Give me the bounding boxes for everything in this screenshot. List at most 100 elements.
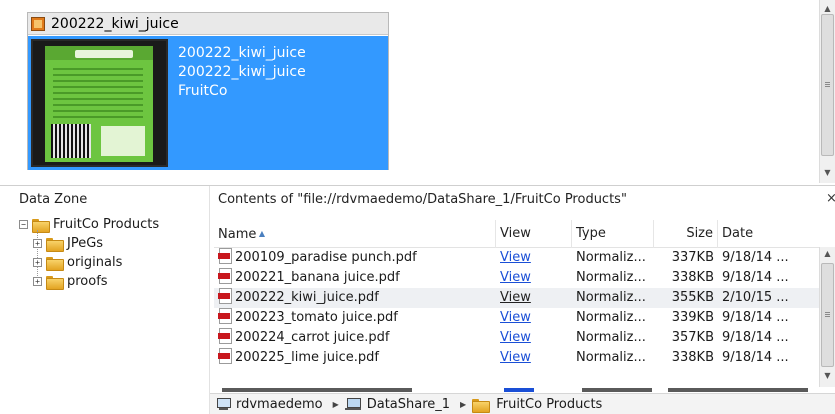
table-row[interactable]: 200223_tomato juice.pdf View Normaliz... 33… [214, 308, 820, 328]
data-zone-title: Data Zone [19, 192, 88, 207]
tree-item-proofs[interactable]: + proofs [33, 272, 159, 291]
chevron-right-icon[interactable]: ▶ [460, 400, 466, 409]
breadcrumb-computer[interactable]: rdvmaedemo [216, 397, 323, 412]
scroll-down-arrow-icon[interactable]: ▼ [820, 166, 835, 180]
view-cell: View [496, 268, 572, 288]
file-type: Normaliz... [576, 310, 646, 325]
view-link[interactable]: View [500, 250, 531, 265]
preview-line-2: 200222_kiwi_juice [178, 64, 306, 80]
file-name-cell[interactable]: 200222_kiwi_juice.pdf [214, 288, 496, 308]
file-table: Name View Type Size Date 200109_paradise… [214, 219, 820, 368]
file-size: 338KB [671, 270, 714, 285]
folder-tree: − FruitCo Products + JPeGs + originals +… [19, 215, 159, 291]
scroll-thumb[interactable] [821, 263, 834, 367]
vertical-splitter[interactable] [209, 186, 210, 414]
pdf-icon [218, 288, 232, 304]
breadcrumb-label: rdvmaedemo [236, 396, 323, 412]
file-name: 200224_carrot juice.pdf [235, 330, 390, 345]
thumbnail-page [45, 46, 153, 162]
file-date: 2/10/15 ... [722, 290, 789, 305]
view-link[interactable]: View [500, 290, 531, 305]
expand-icon[interactable]: + [33, 258, 42, 267]
file-date: 9/18/14 ... [722, 310, 789, 325]
folder-icon [472, 398, 491, 413]
expand-icon[interactable]: + [33, 277, 42, 286]
file-name-cell[interactable]: 200224_carrot juice.pdf [214, 328, 496, 348]
table-row[interactable]: 200224_carrot juice.pdf View Normaliz... 35… [214, 328, 820, 348]
preview-metadata: 200222_kiwi_juice 200222_kiwi_juice Frui… [178, 44, 306, 101]
column-header-view[interactable]: View [496, 219, 572, 248]
tree-children: + JPeGs + originals + proofs [33, 230, 159, 291]
network-drive-icon [344, 397, 362, 411]
table-header: Name View Type Size Date [214, 219, 820, 248]
scroll-thumb[interactable] [821, 14, 834, 156]
pdf-icon [218, 248, 232, 264]
breadcrumb-folder[interactable]: FruitCo Products [472, 396, 603, 413]
file-list-scrollbar[interactable]: ▲ ▼ [819, 247, 835, 387]
file-name-cell[interactable]: 200225_lime juice.pdf [214, 348, 496, 368]
file-size: 338KB [671, 350, 714, 365]
scroll-up-arrow-icon[interactable]: ▲ [820, 247, 835, 261]
file-size: 339KB [671, 310, 714, 325]
close-icon[interactable]: × [826, 191, 835, 206]
view-cell: View [496, 308, 572, 328]
preview-scrollbar[interactable]: ▲ ▼ [819, 0, 835, 183]
tree-item-originals[interactable]: + originals [33, 253, 159, 272]
file-date: 9/18/14 ... [722, 330, 789, 345]
table-row[interactable]: 200109_paradise punch.pdf View Normaliz...… [214, 248, 820, 268]
preview-card[interactable]: 200222_kiwi_juice 200222_kiwi_juice 2002… [27, 12, 389, 170]
pdf-icon [218, 328, 232, 344]
file-name: 200221_banana juice.pdf [235, 270, 400, 285]
breadcrumb-label: FruitCo Products [496, 396, 603, 412]
file-type: Normaliz... [576, 250, 646, 265]
tree-item-jpegs[interactable]: + JPeGs [33, 234, 159, 253]
expand-icon[interactable]: + [33, 239, 42, 248]
file-date: 9/18/14 ... [722, 350, 789, 365]
preview-line-3: FruitCo [178, 83, 228, 99]
view-cell: View [496, 328, 572, 348]
tree-item-fruitco-products[interactable]: − FruitCo Products [19, 215, 159, 234]
computer-icon [216, 398, 231, 410]
view-link[interactable]: View [500, 310, 531, 325]
preview-card-body[interactable]: 200222_kiwi_juice 200222_kiwi_juice Frui… [28, 36, 388, 170]
chevron-right-icon[interactable]: ▶ [333, 400, 339, 409]
pdf-icon [218, 348, 232, 364]
document-thumbnail[interactable] [31, 39, 168, 167]
file-type: Normaliz... [576, 350, 646, 365]
table-body: 200109_paradise punch.pdf View Normaliz...… [214, 248, 820, 368]
file-name-cell[interactable]: 200221_banana juice.pdf [214, 268, 496, 288]
table-row[interactable]: 200225_lime juice.pdf View Normaliz... 338K… [214, 348, 820, 368]
file-type: Normaliz... [576, 290, 646, 305]
scroll-down-arrow-icon[interactable]: ▼ [820, 369, 835, 383]
view-link[interactable]: View [500, 330, 531, 345]
contents-path-title: Contents of "file://rdvmaedemo/DataShare… [218, 192, 627, 207]
tree-item-label: JPeGs [67, 236, 104, 251]
file-date: 9/18/14 ... [722, 250, 789, 265]
view-cell: View [496, 288, 572, 308]
file-size: 357KB [671, 330, 714, 345]
view-link[interactable]: View [500, 350, 531, 365]
table-row[interactable]: 200221_banana juice.pdf View Normaliz... 33… [214, 268, 820, 288]
file-type: Normaliz... [576, 270, 646, 285]
column-header-type[interactable]: Type [572, 219, 654, 248]
breadcrumb-share[interactable]: DataShare_1 [344, 397, 450, 412]
preview-card-header: 200222_kiwi_juice [28, 13, 388, 35]
pane-divider[interactable] [0, 185, 835, 186]
file-name: 200222_kiwi_juice.pdf [235, 290, 379, 305]
view-link[interactable]: View [500, 270, 531, 285]
column-header-size[interactable]: Size [654, 219, 718, 248]
folder-icon [46, 237, 64, 252]
table-row[interactable]: 200222_kiwi_juice.pdf View Normaliz... 355K… [214, 288, 820, 308]
collapse-icon[interactable]: − [19, 220, 28, 229]
column-header-name[interactable]: Name [214, 219, 496, 248]
file-name-cell[interactable]: 200109_paradise punch.pdf [214, 248, 496, 268]
tree-item-label: proofs [67, 274, 108, 289]
file-type: Normaliz... [576, 330, 646, 345]
tree-item-label: FruitCo Products [53, 217, 160, 232]
view-cell: View [496, 248, 572, 268]
breadcrumb: rdvmaedemo ▶ DataShare_1 ▶ FruitCo Produ… [210, 393, 835, 414]
file-name: 200223_tomato juice.pdf [235, 310, 398, 325]
partially-visible-row [214, 388, 820, 392]
file-name-cell[interactable]: 200223_tomato juice.pdf [214, 308, 496, 328]
column-header-date[interactable]: Date [718, 220, 820, 248]
